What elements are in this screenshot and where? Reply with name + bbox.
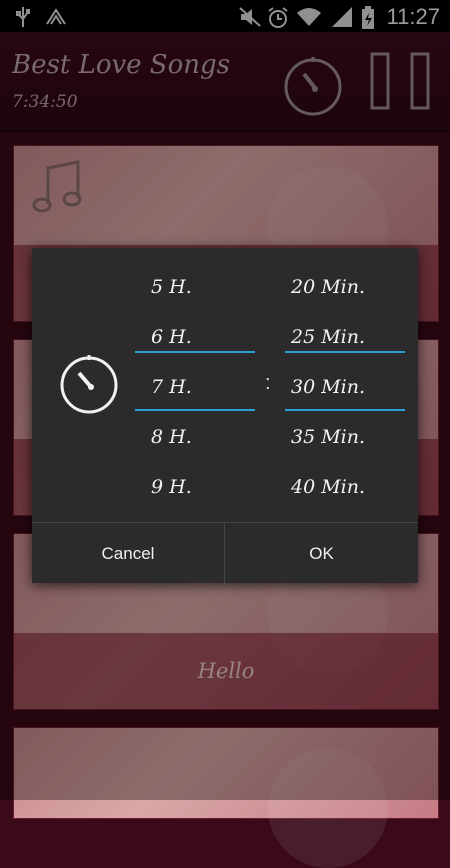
minute-option-selected[interactable]: 30 Min. [285,362,405,412]
selection-line-bottom [135,409,255,411]
timer-icon [60,355,118,414]
minute-picker[interactable]: 20 Min. 25 Min. 30 Min. 35 Min. 40 Min. [285,262,405,512]
selection-line-bottom [285,409,405,411]
hour-picker[interactable]: 5 H. 6 H. 7 H. 8 H. 9 H. [135,262,255,512]
hour-option[interactable]: 6 H. [135,312,255,362]
cancel-button[interactable]: Cancel [32,523,225,584]
minute-option[interactable]: 35 Min. [285,412,405,462]
selection-line-top [285,351,405,353]
hour-option[interactable]: 8 H. [135,412,255,462]
minute-option[interactable]: 25 Min. [285,312,405,362]
minute-option[interactable]: 20 Min. [285,262,405,312]
minute-option[interactable]: 40 Min. [285,462,405,512]
timer-dialog: 5 H. 6 H. 7 H. 8 H. 9 H. : 20 Min. 25 Mi… [32,248,418,584]
hour-option[interactable]: 5 H. [135,262,255,312]
hour-option-selected[interactable]: 7 H. [135,362,255,412]
dialog-button-bar: Cancel OK [32,522,418,584]
time-separator: : [265,372,271,394]
selection-line-top [135,351,255,353]
hour-option[interactable]: 9 H. [135,462,255,512]
ok-button[interactable]: OK [225,523,418,584]
